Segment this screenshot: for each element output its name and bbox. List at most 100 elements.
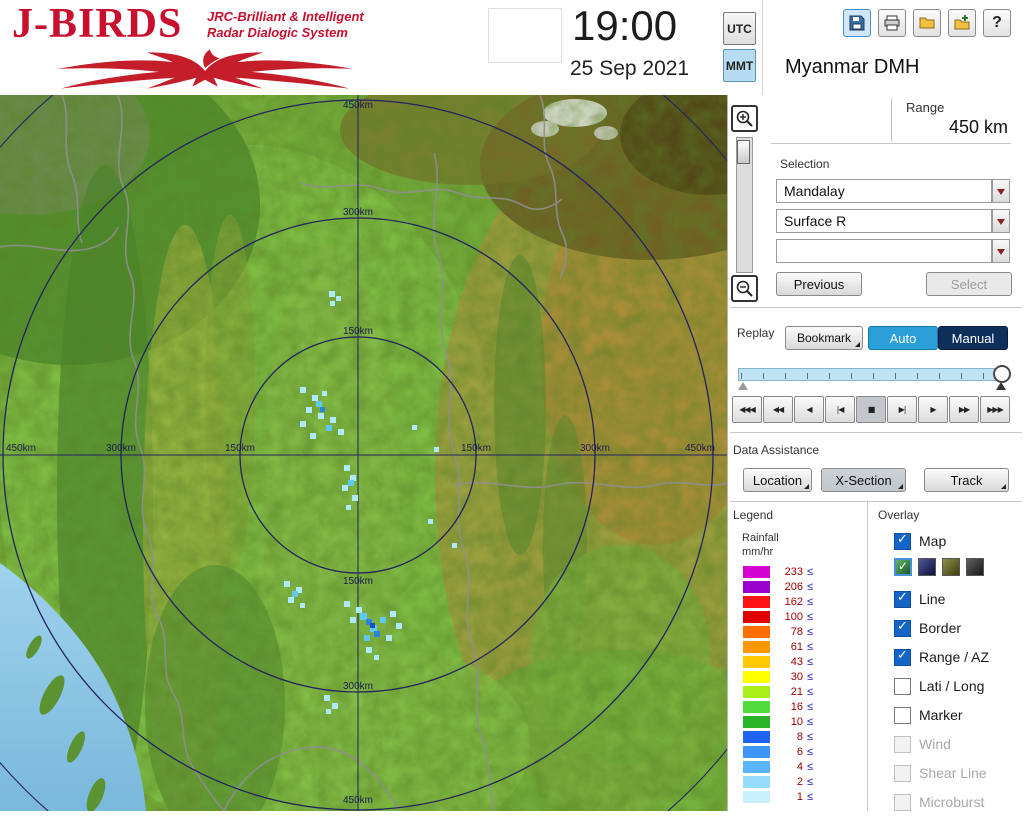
map-checkbox[interactable] [894,532,911,550]
mmt-button[interactable]: MMT [723,49,756,82]
open-folder-button[interactable] [913,9,941,37]
legend-row: 43 ≤ [743,654,858,669]
svg-text:450km: 450km [6,443,36,454]
overlay-row-lati-long: Lati / Long [894,675,984,697]
clock-placeholder-box [488,8,562,63]
forward-button[interactable]: ▶▶ [949,396,979,423]
svg-text:450km: 450km [343,795,373,806]
eagle-logo-icon [57,49,353,89]
legend-color-swatch [743,595,770,608]
overlay-label: Line [919,591,946,607]
overlay-label: Microburst [919,794,985,810]
location-button[interactable]: Location [743,468,812,492]
overlay-title: Overlay [878,508,920,522]
range-label: Range [906,100,945,115]
elevation-dropdown[interactable] [776,239,992,263]
timeline-start-marker-icon[interactable] [738,382,748,390]
play-button[interactable]: ▶ [918,396,948,423]
utc-button[interactable]: UTC [723,12,756,45]
magnifier-plus-icon [736,110,753,127]
site-dropdown[interactable]: Mandalay [776,179,992,203]
data-assistance-label: Data Assistance [733,443,820,457]
overlay-label: Border [919,620,962,636]
bookmark-button[interactable]: Bookmark [785,326,863,350]
overlay-row-shear-line: Shear Line [894,762,987,784]
step-back-button[interactable]: ◀ [794,396,824,423]
site-dropdown-arrow-icon[interactable] [992,179,1010,203]
selection-label: Selection [780,157,830,171]
map-style-swatch-olive[interactable] [942,558,960,576]
legend-row: 21 ≤ [743,684,858,699]
legend-color-swatch [743,775,770,788]
zoom-in-button[interactable] [731,105,758,132]
overlay-label: Shear Line [919,765,987,781]
track-button[interactable]: Track [924,468,1009,492]
auto-mode-button[interactable]: Auto [868,326,938,350]
zoom-slider-thumb[interactable] [737,140,750,164]
map-style-swatch-navy[interactable] [918,558,936,576]
timeline-ticks [741,373,1001,379]
svg-text:450km: 450km [685,443,715,454]
legend-row: 8 ≤ [743,729,858,744]
rewind-fast-button[interactable]: ◀◀◀ [732,396,762,423]
product-dropdown[interactable]: Surface R [776,209,992,233]
marker-checkbox[interactable] [894,706,911,724]
section-divider [730,307,1022,308]
go-start-button[interactable]: |◀ [825,396,855,423]
rewind-button[interactable]: ◀◀ [763,396,793,423]
legend-title: Legend [733,508,774,522]
legend-scale: 233 ≤ 206 ≤ 162 ≤ 100 ≤ 78 ≤ 61 ≤ 43 ≤ 30 ≤ 21 ≤ … [743,564,858,804]
x-section-button[interactable]: X-Section [821,468,906,492]
svg-text:450km: 450km [343,100,373,111]
overlay-row-line: Line [894,588,945,610]
svg-text:300km: 300km [343,207,373,218]
help-button[interactable]: ? [983,9,1011,37]
legend-color-swatch [743,610,770,623]
print-button[interactable] [878,9,906,37]
legend-color-swatch [743,700,770,713]
overlay-row-border: Border [894,617,961,639]
timeline-track[interactable] [738,368,1004,381]
map-style-swatch-dark[interactable] [966,558,984,576]
legend-row: 16 ≤ [743,699,858,714]
manual-mode-button[interactable]: Manual [938,326,1008,350]
range-divider [891,99,892,141]
legend-row: 78 ≤ [743,624,858,639]
previous-button[interactable]: Previous [776,272,862,296]
radar-map[interactable]: 450km 300km 150km 150km 300km 450km 450k… [0,0,831,816]
legend-row: 30 ≤ [743,669,858,684]
lati-long-checkbox[interactable] [894,677,911,695]
legend-overlay-divider [867,502,868,811]
map-style-swatch-green[interactable] [894,558,912,576]
save-button[interactable] [843,9,871,37]
forward-fast-button[interactable]: ▶▶▶ [980,396,1010,423]
go-end-button[interactable]: ▶| [887,396,917,423]
radar-map-canvas: 450km 300km 150km 150km 300km 450km 450k… [0,0,831,816]
timeline-end-marker-icon[interactable] [996,382,1006,390]
overlay-label: Marker [919,707,963,723]
replay-timeline[interactable] [738,365,1012,391]
microburst-checkbox [894,793,911,811]
legend-color-swatch [743,715,770,728]
svg-text:150km: 150km [343,576,373,587]
stop-button[interactable]: ■ [856,396,886,423]
timeline-handle[interactable] [993,365,1011,383]
legend-color-swatch [743,685,770,698]
svg-text:300km: 300km [106,443,136,454]
elevation-dropdown-arrow-icon[interactable] [992,239,1010,263]
legend-color-swatch [743,670,770,683]
zoom-out-button[interactable] [731,275,758,302]
legend-color-swatch [743,580,770,593]
export-button[interactable] [948,9,976,37]
legend-color-swatch [743,745,770,758]
line-checkbox[interactable] [894,590,911,608]
section-divider [730,501,1022,502]
border-checkbox[interactable] [894,619,911,637]
select-button[interactable]: Select [926,272,1012,296]
range-az-checkbox[interactable] [894,648,911,666]
legend-row: 162 ≤ [743,594,858,609]
zoom-slider[interactable] [736,137,753,273]
product-dropdown-arrow-icon[interactable] [992,209,1010,233]
folder-plus-icon [954,15,970,30]
overlay-label: Lati / Long [919,678,985,694]
